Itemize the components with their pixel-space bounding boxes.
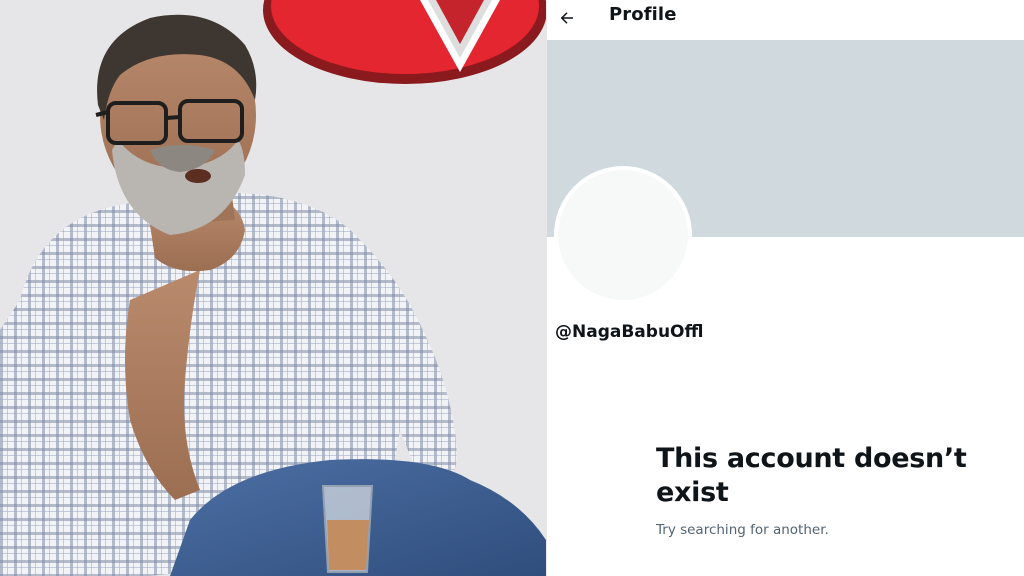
profile-handle: @NagaBabuOffl	[555, 322, 704, 342]
arrow-left-icon	[560, 12, 573, 24]
empty-state-title: This account doesn’t exist	[656, 443, 967, 508]
empty-state-subtitle: Try searching for another.	[656, 522, 829, 538]
photo-illustration	[0, 0, 546, 576]
profile-header: Profile	[547, 0, 1024, 36]
page-title: Profile	[609, 4, 677, 25]
profile-panel: Profile @NagaBabuOffl This account doesn…	[547, 0, 1024, 576]
news-photo	[0, 0, 546, 576]
avatar[interactable]	[554, 166, 692, 304]
tea-glass-icon	[321, 485, 374, 573]
back-button[interactable]	[551, 2, 583, 34]
